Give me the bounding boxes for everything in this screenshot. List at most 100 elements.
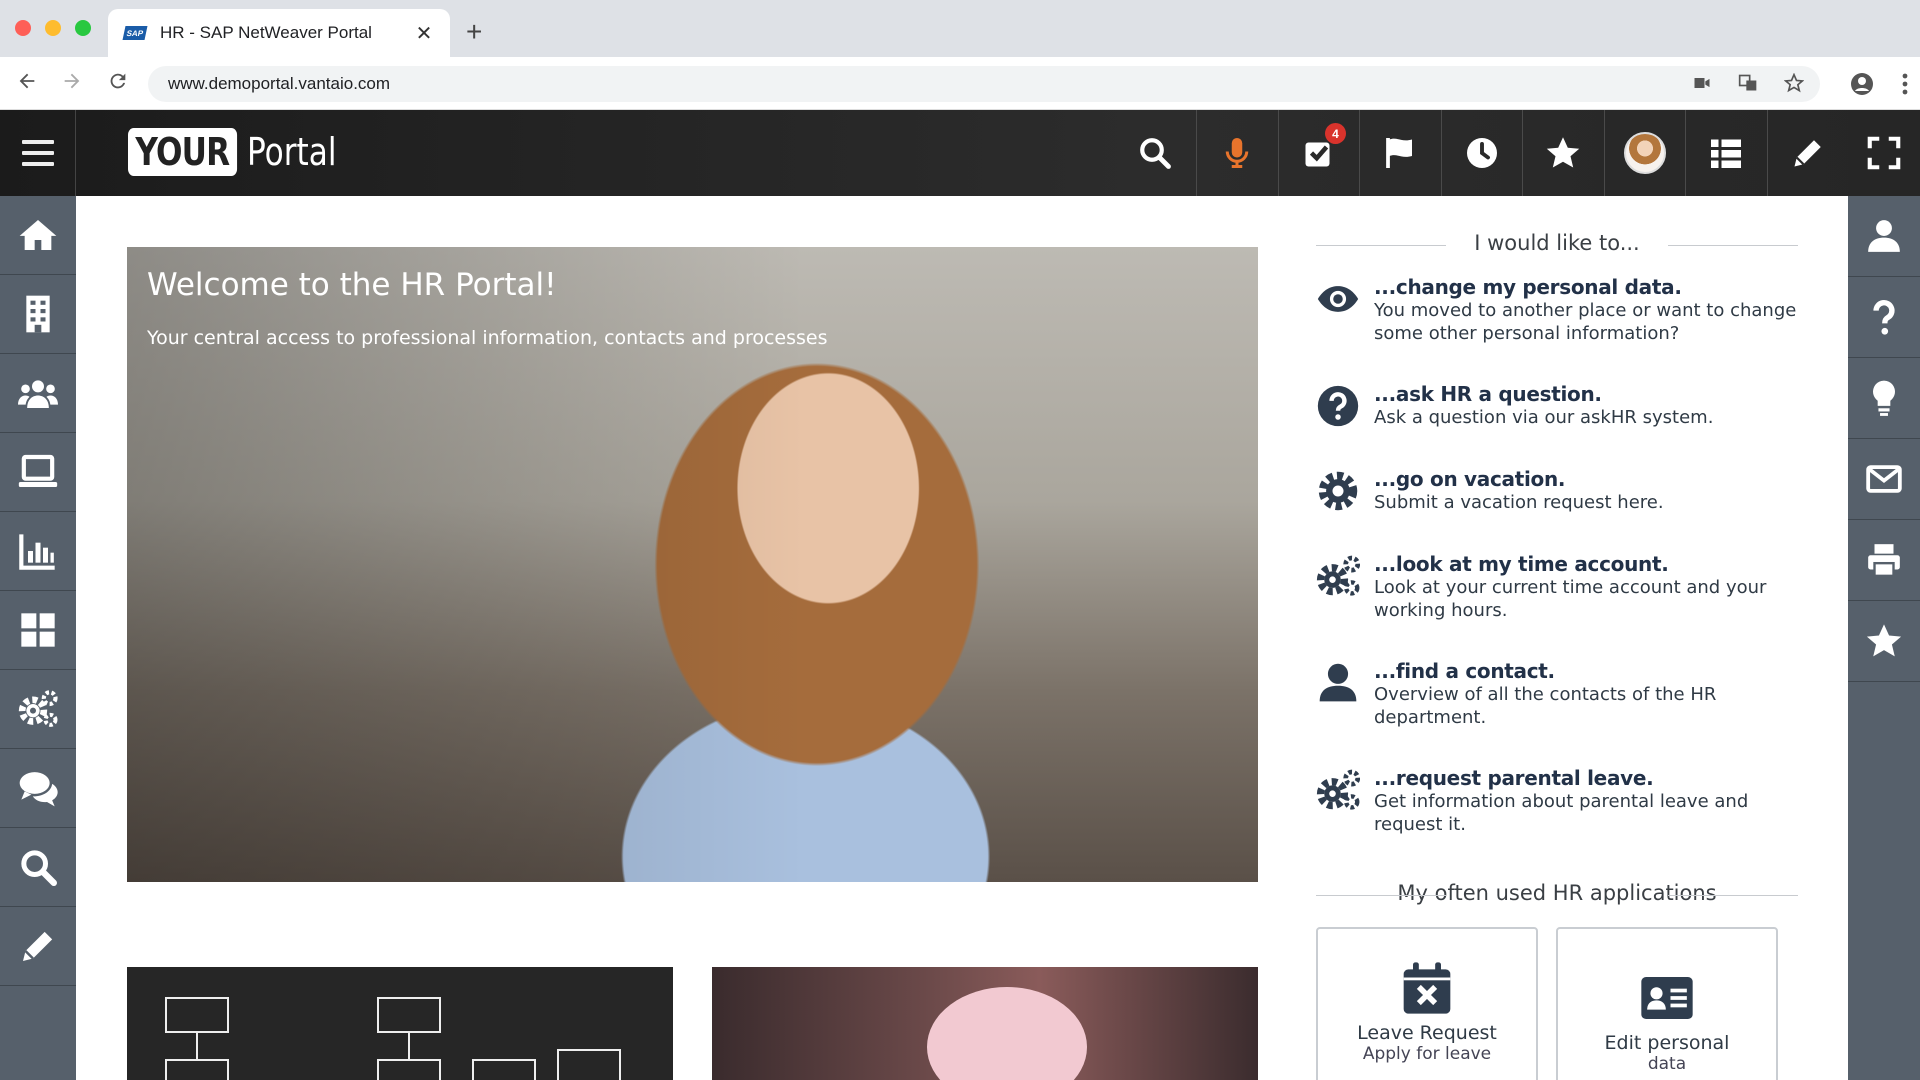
app-subtitle: Apply for leave (1362, 1044, 1492, 1064)
pencil-icon[interactable] (1766, 110, 1849, 196)
hero-subtitle: Your central access to professional info… (147, 327, 828, 349)
flag-icon[interactable] (1359, 110, 1441, 196)
kebab-menu-icon[interactable] (1902, 72, 1908, 102)
hamburger-menu-icon[interactable] (0, 110, 76, 196)
chart-icon[interactable] (0, 512, 76, 591)
translate-icon[interactable] (1738, 73, 1758, 98)
new-tab-icon[interactable]: + (466, 16, 482, 48)
profile-icon[interactable] (1850, 72, 1874, 102)
search-icon[interactable] (0, 828, 76, 907)
action-title[interactable]: ...go on vacation. (1374, 467, 1798, 491)
back-icon[interactable] (12, 70, 42, 98)
action-item[interactable]: ...go on vacation. Submit a vacation requ… (1316, 467, 1798, 518)
url-field[interactable]: www.demoportal.vantaio.com (148, 66, 1820, 102)
forward-icon[interactable] (57, 70, 87, 98)
action-item[interactable]: ...ask HR a question. Ask a question via … (1316, 382, 1798, 433)
flow-connector (408, 1033, 410, 1059)
flow-box (377, 1059, 441, 1080)
search-icon[interactable] (1115, 110, 1197, 196)
help-icon[interactable] (1848, 277, 1920, 358)
action-item[interactable]: ...request parental leave. Get informatio… (1316, 766, 1798, 836)
action-title[interactable]: ...change my personal data. (1374, 275, 1798, 299)
logo-portal: Portal (246, 130, 337, 174)
avatar[interactable] (1603, 110, 1686, 196)
panel-heading: I would like to... (1316, 231, 1798, 261)
action-title[interactable]: ...request parental leave. (1374, 766, 1798, 790)
edit-icon[interactable] (0, 907, 76, 986)
app-title: Edit personal (1604, 1032, 1730, 1054)
star-icon[interactable] (1522, 110, 1604, 196)
address-bar-row: www.demoportal.vantaio.com (0, 57, 1920, 110)
main-content: Welcome to the HR Portal! Your central a… (76, 196, 1848, 1080)
person-icon (1316, 659, 1374, 729)
team-icon[interactable] (0, 354, 76, 433)
camera-icon[interactable] (1692, 73, 1712, 98)
user-icon[interactable] (1848, 196, 1920, 277)
edit-personal-data-app[interactable]: Edit personal data (1556, 927, 1778, 1080)
bookmark-star-icon[interactable] (1783, 72, 1805, 98)
left-sidebar (0, 196, 76, 1080)
apps-heading: My often used HR applications (1316, 881, 1798, 911)
fullscreen-icon[interactable] (1848, 110, 1920, 196)
action-desc: Look at your current time account and yo… (1374, 577, 1767, 621)
settings-icon[interactable] (0, 670, 76, 749)
building-icon[interactable] (0, 275, 76, 354)
sap-favicon-icon: SAP (122, 26, 148, 40)
savings-tile[interactable] (712, 967, 1258, 1080)
flow-box (472, 1059, 536, 1080)
panel-heading-text: I would like to... (1464, 231, 1650, 255)
action-item[interactable]: ...look at my time account. Look at your … (1316, 552, 1798, 622)
close-tab-icon[interactable]: ✕ (414, 21, 434, 46)
process-tile[interactable] (127, 967, 673, 1080)
app-subtitle: data (1647, 1054, 1687, 1074)
action-item[interactable]: ...change my personal data. You moved to … (1316, 275, 1798, 345)
clock-icon[interactable] (1440, 110, 1523, 196)
close-window-button[interactable] (15, 20, 31, 36)
action-panel: I would like to... ...change my personal… (1316, 231, 1798, 1080)
reload-icon[interactable] (103, 70, 133, 98)
home-icon[interactable] (0, 196, 76, 275)
action-title[interactable]: ...ask HR a question. (1374, 382, 1798, 406)
leave-request-app[interactable]: Leave Request Apply for leave (1316, 927, 1538, 1080)
action-desc: Ask a question via our askHR system. (1374, 407, 1714, 428)
laptop-icon[interactable] (0, 433, 76, 512)
window-controls (15, 20, 91, 36)
browser-window: SAP HR - SAP NetWeaver Portal ✕ + www.de… (0, 0, 1920, 1080)
gears-icon (1316, 552, 1374, 622)
hero-banner: Welcome to the HR Portal! Your central a… (127, 247, 1258, 882)
portal-header: YOUR Portal 4 (0, 110, 1920, 196)
tasks-icon[interactable]: 4 (1277, 110, 1360, 196)
piggy-bank-image (927, 987, 1087, 1080)
print-icon[interactable] (1848, 520, 1920, 601)
flow-box (557, 1049, 621, 1080)
question-icon (1316, 382, 1374, 433)
flow-box (377, 997, 441, 1033)
right-sidebar (1848, 110, 1920, 1080)
flow-box (165, 1059, 229, 1080)
calendar-x-icon (1403, 962, 1451, 1014)
action-item[interactable]: ...find a contact. Overview of all the co… (1316, 659, 1798, 729)
maximize-window-button[interactable] (75, 20, 91, 36)
portal-logo[interactable]: YOUR Portal (128, 128, 356, 176)
flow-connector (196, 1033, 198, 1059)
list-icon[interactable] (1685, 110, 1767, 196)
url-text: www.demoportal.vantaio.com (168, 74, 391, 93)
browser-tab[interactable]: SAP HR - SAP NetWeaver Portal ✕ (108, 9, 450, 57)
chat-icon[interactable] (0, 749, 76, 828)
tab-strip: SAP HR - SAP NetWeaver Portal ✕ + (0, 0, 1920, 57)
browser-menu-area (1850, 72, 1908, 102)
header-toolbar: 4 (1115, 110, 1849, 196)
action-desc: Submit a vacation request here. (1374, 492, 1664, 513)
eye-icon (1316, 275, 1374, 345)
favorite-icon[interactable] (1848, 601, 1920, 682)
mail-icon[interactable] (1848, 439, 1920, 520)
idea-icon[interactable] (1848, 358, 1920, 439)
action-desc: You moved to another place or want to ch… (1374, 300, 1797, 344)
hero-title: Welcome to the HR Portal! (147, 267, 557, 303)
action-title[interactable]: ...look at my time account. (1374, 552, 1798, 576)
minimize-window-button[interactable] (45, 20, 61, 36)
id-card-icon (1641, 977, 1693, 1019)
microphone-icon[interactable] (1196, 110, 1278, 196)
action-title[interactable]: ...find a contact. (1374, 659, 1798, 683)
tiles-icon[interactable] (0, 591, 76, 670)
